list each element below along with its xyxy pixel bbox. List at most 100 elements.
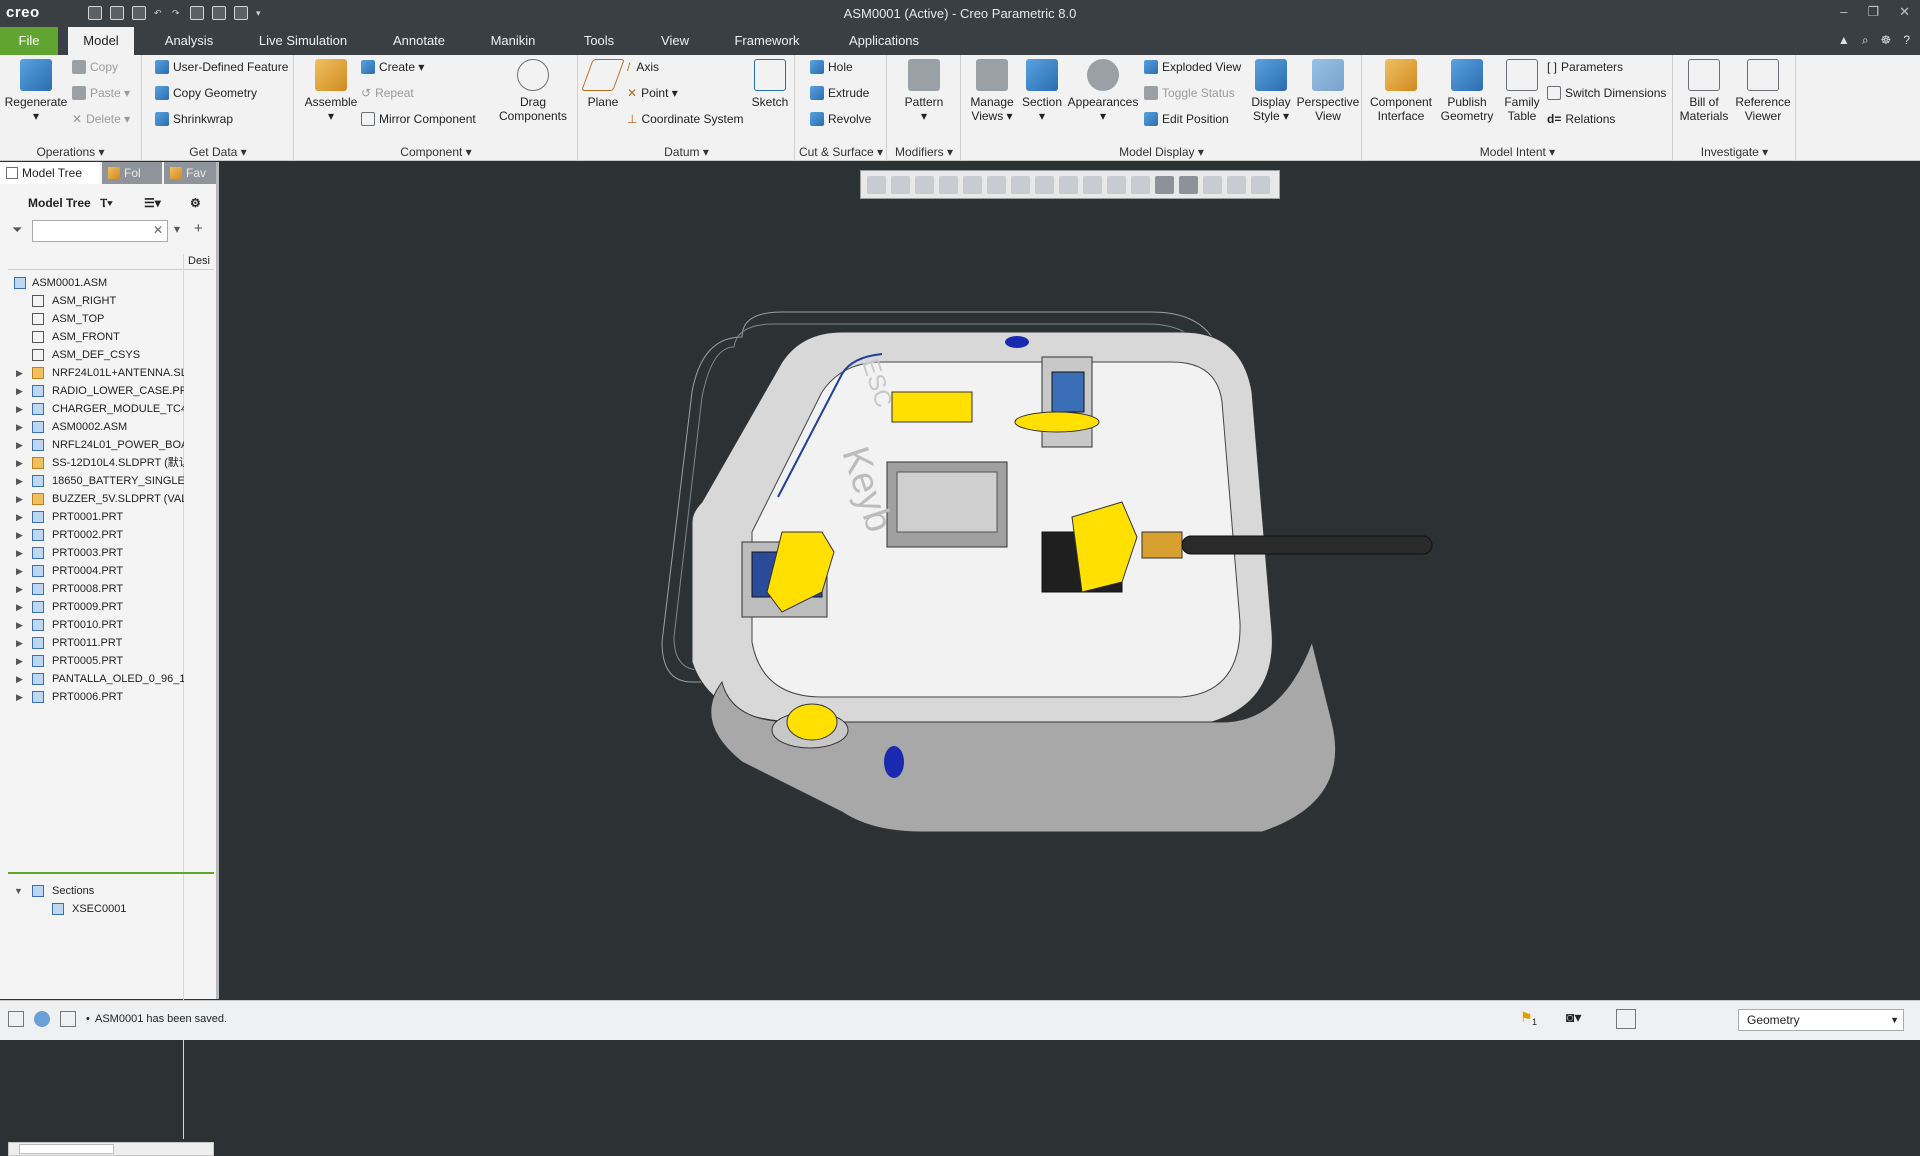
tab-favorites[interactable]: Fav	[164, 162, 216, 184]
component-group-label[interactable]: Component ▾	[295, 145, 577, 159]
tab-framework[interactable]: Framework	[726, 27, 808, 55]
drag-components-button[interactable]: Drag Components	[495, 59, 571, 123]
component-interface-button[interactable]: Component Interface	[1365, 59, 1437, 123]
expand-icon[interactable]: ▶	[16, 526, 23, 544]
tree-item[interactable]: ▶ PRT0002.PRT	[0, 526, 184, 544]
pause-icon[interactable]	[1227, 175, 1246, 194]
tree-item[interactable]: ▶ NRF24L01L+ANTENNA.SLD	[0, 364, 184, 382]
expand-icon[interactable]: ▶	[16, 436, 23, 454]
navigator-toggle-icon[interactable]	[8, 1011, 24, 1027]
expand-icon[interactable]: ▶	[16, 688, 23, 706]
tree-item[interactable]: ▶ PRT0009.PRT	[0, 598, 184, 616]
operations-group-label[interactable]: Operations ▾	[0, 145, 141, 159]
axis-button[interactable]: / Axis	[627, 57, 659, 77]
search-icon[interactable]: ⌕	[1862, 33, 1869, 48]
perspective-view-button[interactable]: Perspective View	[1296, 59, 1360, 123]
collapse-ribbon-icon[interactable]: ▲	[1838, 33, 1850, 48]
publish-geometry-button[interactable]: Publish Geometry	[1437, 59, 1497, 123]
model-display-group-label[interactable]: Model Display ▾	[962, 145, 1361, 159]
expand-icon[interactable]: ▶	[16, 598, 23, 616]
tree-item[interactable]: ASM_DEF_CSYS	[0, 346, 184, 364]
tab-analysis[interactable]: Analysis	[156, 27, 222, 55]
sketch-button[interactable]: Sketch	[747, 59, 793, 109]
mirror-component-button[interactable]: Mirror Component	[361, 109, 476, 129]
tree-item[interactable]: ASM_RIGHT	[0, 292, 184, 310]
assemble-button[interactable]: Assemble ▾	[301, 59, 361, 123]
expand-icon[interactable]: ▶	[16, 490, 23, 508]
tree-item[interactable]: ▶ PRT0010.PRT	[0, 616, 184, 634]
show-sections-icon[interactable]	[1179, 175, 1198, 194]
saved-orientations-icon[interactable]	[1011, 175, 1030, 194]
point-button[interactable]: ✕ Point ▾	[627, 83, 678, 103]
graphics-window[interactable]: Keyb ESC	[222, 162, 1920, 999]
repaint-icon[interactable]	[939, 175, 958, 194]
scroll-thumb[interactable]	[19, 1144, 114, 1154]
tree-item[interactable]: ASM_FRONT	[0, 328, 184, 346]
tree-root-assembly[interactable]: ASM0001.ASM	[0, 274, 184, 292]
tree-item[interactable]: ▶ PANTALLA_OLED_0_96_12	[0, 670, 184, 688]
tree-filter-icon[interactable]: Ⲧ▾	[100, 192, 112, 214]
paste-button[interactable]: Paste ▾	[72, 83, 130, 103]
extrude-button[interactable]: Extrude	[810, 83, 869, 103]
display-style-view-icon[interactable]	[987, 175, 1006, 194]
switch-dimensions-button[interactable]: Switch Dimensions	[1547, 83, 1666, 103]
expand-icon[interactable]: ▶	[16, 364, 23, 382]
datum-group-label[interactable]: Datum ▾	[579, 145, 794, 159]
expand-icon[interactable]: ▶	[16, 382, 23, 400]
repeat-button[interactable]: ↺ Repeat	[361, 83, 414, 103]
tree-search-input[interactable]: ✕	[32, 220, 168, 242]
view-manager-icon[interactable]	[1035, 175, 1054, 194]
investigate-group-label[interactable]: Investigate ▾	[1674, 145, 1795, 159]
expand-icon[interactable]: ▶	[16, 508, 23, 526]
tab-file[interactable]: File	[0, 27, 58, 55]
column-design[interactable]: Desi	[188, 255, 210, 267]
relations-button[interactable]: d= Relations	[1547, 109, 1615, 129]
tree-item[interactable]: ▶ PRT0011.PRT	[0, 634, 184, 652]
restore-icon[interactable]: ❐	[1867, 4, 1879, 20]
expand-icon[interactable]: ▶	[16, 400, 23, 418]
reference-viewer-button[interactable]: Reference Viewer	[1732, 59, 1794, 123]
edit-position-button[interactable]: Edit Position	[1144, 109, 1229, 129]
manage-views-button[interactable]: Manage Views ▾	[964, 59, 1020, 123]
collapse-icon[interactable]: ▼	[14, 882, 23, 900]
expand-icon[interactable]: ▶	[16, 472, 23, 490]
filter-icon[interactable]: ⏷	[12, 222, 22, 238]
toggle-status-button[interactable]: Toggle Status	[1144, 83, 1235, 103]
family-table-button[interactable]: Family Table	[1497, 59, 1547, 123]
copy-geometry-button[interactable]: Copy Geometry	[155, 83, 257, 103]
create-button[interactable]: Create ▾	[361, 57, 424, 77]
selection-filter-dropdown[interactable]: Geometry ▼	[1738, 1009, 1904, 1031]
tree-item[interactable]: ▶ CHARGER_MODULE_TC4	[0, 400, 184, 418]
tree-item[interactable]: ▶ RADIO_LOWER_CASE.PRT	[0, 382, 184, 400]
hole-button[interactable]: Hole	[810, 57, 853, 77]
delete-button[interactable]: ✕ Delete ▾	[72, 109, 130, 129]
datum-display-filters-icon[interactable]	[1083, 175, 1102, 194]
exploded-view-button[interactable]: Exploded View	[1144, 57, 1241, 77]
sections-node[interactable]: ▼ Sections	[0, 882, 184, 900]
tab-annotate[interactable]: Annotate	[382, 27, 456, 55]
expand-icon[interactable]: ▶	[16, 652, 23, 670]
bill-of-materials-button[interactable]: Bill of Materials	[1676, 59, 1732, 123]
search-options-icon[interactable]: ▾	[174, 222, 180, 236]
show-options-icon[interactable]: ☰▾	[144, 192, 161, 214]
tab-model[interactable]: Model	[68, 27, 134, 55]
fullscreen-icon[interactable]	[60, 1011, 76, 1027]
expand-icon[interactable]: ▶	[16, 418, 23, 436]
tab-model-tree[interactable]: Model Tree	[0, 162, 100, 184]
pattern-button[interactable]: Pattern ▾	[894, 59, 954, 123]
expand-icon[interactable]: ▶	[16, 634, 23, 652]
browser-toggle-icon[interactable]	[34, 1011, 50, 1027]
section-toggle-icon[interactable]	[1155, 175, 1174, 194]
tree-horizontal-scrollbar[interactable]	[8, 1142, 214, 1156]
tree-item[interactable]: ▶ PRT0004.PRT	[0, 562, 184, 580]
revolve-button[interactable]: Revolve	[810, 109, 871, 129]
tree-item[interactable]: ▶ PRT0006.PRT	[0, 688, 184, 706]
tab-manikin[interactable]: Manikin	[482, 27, 544, 55]
tab-tools[interactable]: Tools	[572, 27, 626, 55]
section-item[interactable]: XSEC0001	[0, 900, 184, 918]
perspective-icon[interactable]	[1059, 175, 1078, 194]
minimize-icon[interactable]: –	[1840, 4, 1847, 20]
zoom-in-icon[interactable]	[891, 175, 910, 194]
clear-search-icon[interactable]: ✕	[153, 223, 163, 237]
tree-item[interactable]: ▶ PRT0001.PRT	[0, 508, 184, 526]
